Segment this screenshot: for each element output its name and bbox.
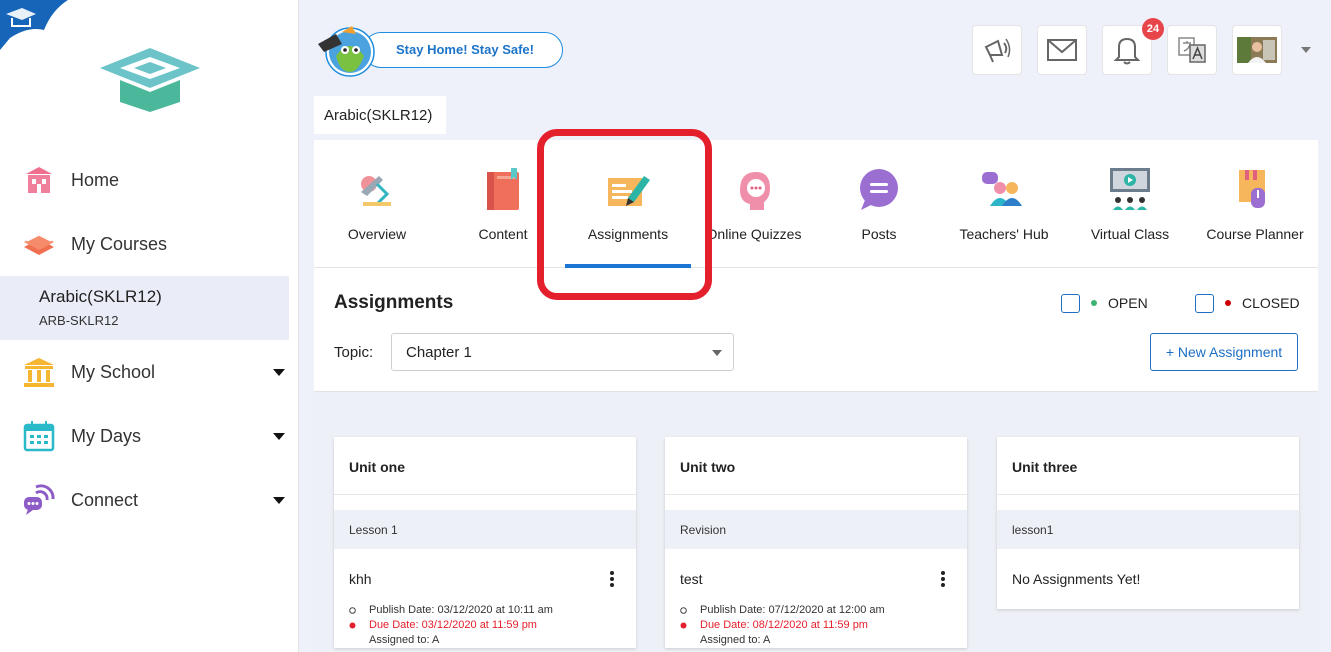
- virtual-class-icon: [1110, 168, 1150, 210]
- sidebar-item-label: My School: [71, 361, 156, 382]
- tab-label: Course Planner: [1206, 226, 1304, 242]
- course-tabs: Overview Content Assignments Online Quiz…: [314, 140, 1318, 268]
- topic-selected-value: Chapter 1: [406, 344, 472, 361]
- teachers-icon: [982, 172, 1022, 206]
- unit-card: Unit three lesson1 No Assignments Yet!: [997, 437, 1299, 609]
- due-date: Due Date: 08/12/2020 at 11:59 pm: [700, 619, 868, 631]
- sidebar-item-label: My Days: [71, 425, 142, 446]
- topic-select[interactable]: Chapter 1: [391, 333, 734, 371]
- announcements-button[interactable]: [972, 25, 1022, 75]
- active-course-title: Arabic(SKLR12): [39, 287, 162, 306]
- closed-status-dot: [1225, 300, 1231, 306]
- sidebar-item-label: Home: [71, 169, 120, 190]
- tab-label: Overview: [347, 226, 407, 242]
- unit-card: Unit two Revision test Publish Date: 07/…: [665, 437, 967, 648]
- tab-label: Virtual Class: [1090, 226, 1170, 242]
- filter-open[interactable]: OPEN: [1061, 293, 1148, 313]
- page-title: Assignments: [334, 292, 454, 313]
- chevron-down-icon[interactable]: [273, 432, 285, 440]
- tab-virtual-class[interactable]: Virtual Class: [1067, 140, 1193, 268]
- profile-avatar: [1237, 37, 1277, 63]
- more-options-icon[interactable]: [941, 571, 945, 589]
- book-icon: [487, 168, 519, 210]
- open-status-dot: [1091, 300, 1097, 306]
- assignments-tab-highlight: [537, 129, 712, 300]
- lesson-header: lesson1: [997, 510, 1299, 549]
- bell-icon: [1113, 37, 1141, 65]
- assigned-to: Assigned to: A: [700, 634, 771, 646]
- notification-badge: 24: [1142, 18, 1164, 40]
- messages-button[interactable]: [1037, 25, 1087, 75]
- tab-label: Posts: [861, 226, 897, 242]
- tab-overview[interactable]: Overview: [314, 140, 440, 268]
- due-date: Due Date: 03/12/2020 at 11:59 pm: [369, 619, 537, 631]
- translate-icon: [1178, 37, 1206, 63]
- corner-logo-icon: [0, 0, 68, 50]
- megaphone-icon: [984, 38, 1011, 63]
- school-icon: [22, 355, 56, 389]
- chevron-down-icon[interactable]: [273, 368, 285, 376]
- unit-title: Unit one: [334, 437, 636, 495]
- tab-teachers-hub[interactable]: Teachers' Hub: [941, 140, 1067, 268]
- sidebar: Home My Courses Arabic(SKLR12) ARB-SKLR1…: [0, 0, 299, 652]
- filter-closed[interactable]: CLOSED: [1195, 293, 1300, 313]
- sidebar-item-label: My Courses: [71, 233, 168, 254]
- stay-safe-banner[interactable]: Stay Home! Stay Safe!: [363, 32, 563, 68]
- language-button[interactable]: [1167, 25, 1217, 75]
- tab-course-planner[interactable]: Course Planner: [1192, 140, 1318, 268]
- chevron-down-icon[interactable]: [273, 496, 285, 504]
- school-logo-icon: [100, 48, 200, 112]
- open-checkbox[interactable]: [1061, 293, 1080, 313]
- sidebar-item-connect[interactable]: Connect: [0, 475, 299, 525]
- clock-icon: [349, 607, 369, 614]
- quiz-icon: [740, 172, 770, 210]
- overview-icon: [361, 176, 391, 206]
- sidebar-item-my-days[interactable]: My Days: [0, 411, 299, 461]
- empty-state-text: No Assignments Yet!: [1012, 571, 1141, 587]
- active-course-code: ARB-SKLR12: [39, 313, 119, 328]
- calendar-icon: [22, 419, 56, 453]
- publish-date: Publish Date: 03/12/2020 at 10:11 am: [369, 604, 553, 616]
- sidebar-item-my-school[interactable]: My School: [0, 347, 299, 397]
- assignment-name[interactable]: test: [680, 571, 952, 587]
- connect-icon: [22, 483, 56, 517]
- new-assignment-button[interactable]: + New Assignment: [1150, 333, 1298, 371]
- sidebar-item-home[interactable]: Home: [0, 155, 299, 205]
- filter-closed-label: CLOSED: [1242, 295, 1300, 311]
- tab-label: Teachers' Hub: [959, 226, 1049, 242]
- assignment-item[interactable]: test Publish Date: 07/12/2020 at 12:00 a…: [665, 549, 967, 648]
- chevron-down-icon: [712, 350, 722, 356]
- banner-text: Stay Home! Stay Safe!: [396, 42, 534, 57]
- topic-label: Topic:: [334, 344, 374, 361]
- unit-card: Unit one Lesson 1 khh Publish Date: 03/1…: [334, 437, 636, 648]
- home-icon: [22, 163, 56, 197]
- course-breadcrumb-tab[interactable]: Arabic(SKLR12): [314, 96, 446, 134]
- planner-icon: [1239, 170, 1265, 208]
- due-dot-icon: [680, 622, 700, 629]
- publish-date: Publish Date: 07/12/2020 at 12:00 am: [700, 604, 885, 616]
- due-dot-icon: [349, 622, 369, 629]
- sidebar-item-my-courses[interactable]: My Courses: [0, 219, 299, 269]
- sidebar-item-label: Connect: [71, 489, 139, 510]
- filter-open-label: OPEN: [1108, 295, 1148, 311]
- lesson-header: Revision: [665, 510, 967, 549]
- tab-posts[interactable]: Posts: [816, 140, 942, 268]
- active-course-item[interactable]: Arabic(SKLR12) ARB-SKLR12: [0, 276, 289, 340]
- chat-icon: [860, 169, 898, 210]
- assignment-name[interactable]: khh: [349, 571, 621, 587]
- lesson-header: Lesson 1: [334, 510, 636, 549]
- assignment-item[interactable]: khh Publish Date: 03/12/2020 at 10:11 am…: [334, 549, 636, 648]
- unit-title: Unit two: [665, 437, 967, 495]
- profile-button[interactable]: [1232, 25, 1282, 75]
- unit-title: Unit three: [997, 437, 1299, 495]
- more-options-icon[interactable]: [610, 571, 614, 589]
- mail-icon: [1047, 39, 1077, 61]
- assigned-to: Assigned to: A: [369, 634, 440, 646]
- closed-checkbox[interactable]: [1195, 293, 1214, 313]
- courses-icon: [22, 227, 56, 261]
- profile-dropdown-icon[interactable]: [1301, 47, 1311, 53]
- clock-icon: [680, 607, 700, 614]
- mascot-icon: [318, 26, 375, 77]
